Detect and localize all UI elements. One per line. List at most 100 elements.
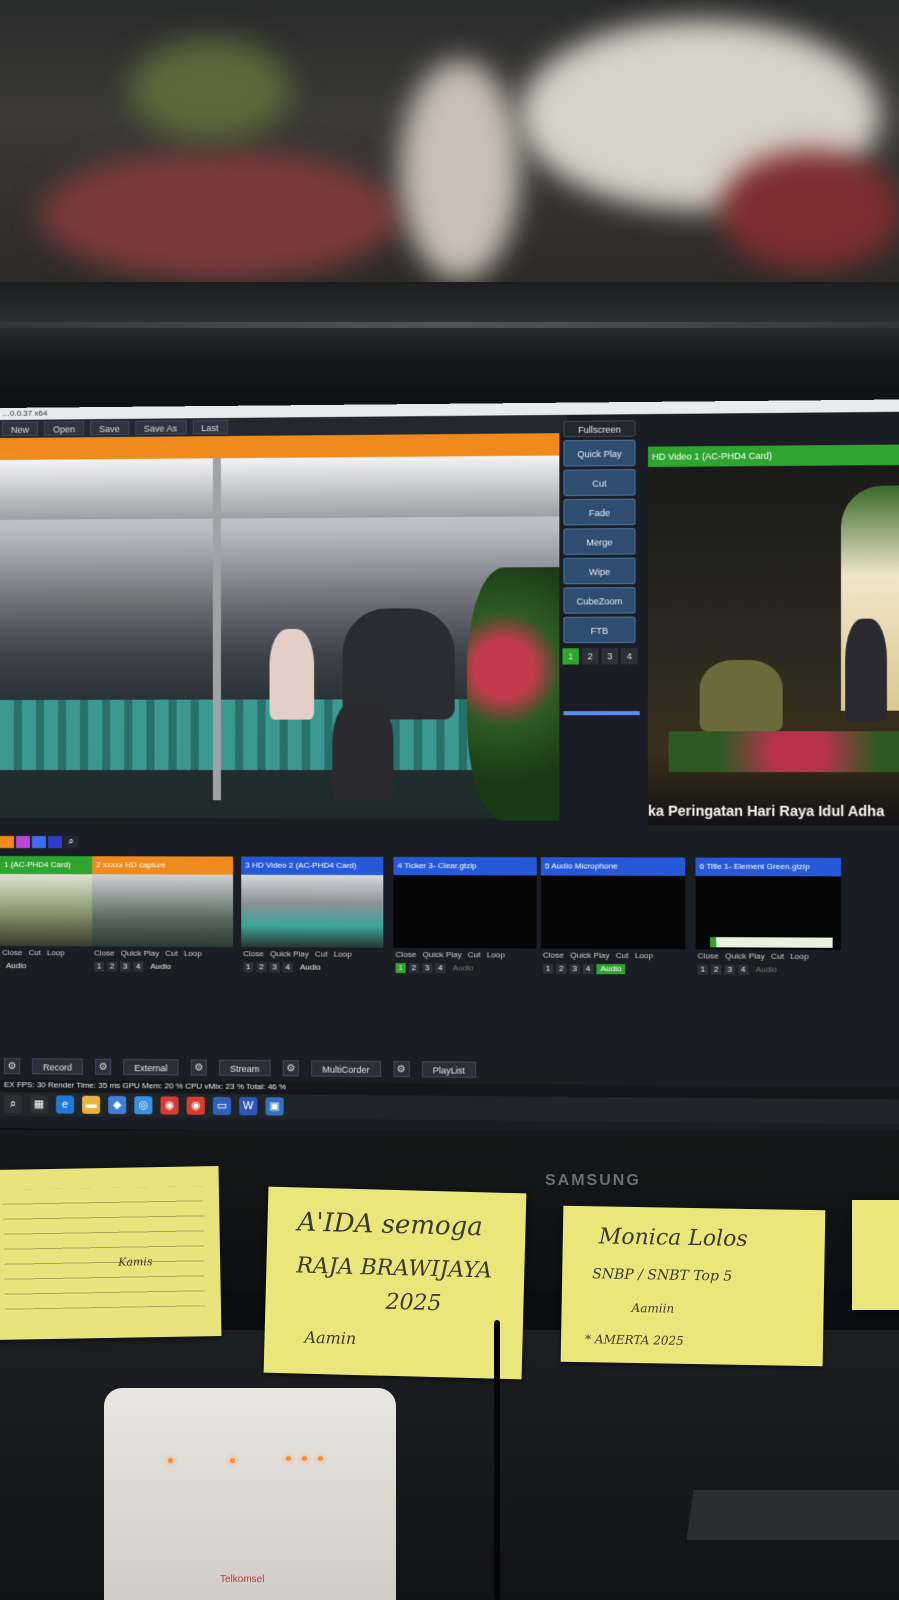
input-6[interactable]: 6 Title 1- Element Green.gtzip Close Quic… xyxy=(695,857,842,1012)
vmix-icon[interactable]: ▣ xyxy=(265,1097,284,1116)
cable xyxy=(494,1320,500,1600)
note3-line4: * AMERTA 2025 xyxy=(584,1332,684,1348)
transition-ftb[interactable]: FTB xyxy=(563,616,636,644)
router-led xyxy=(230,1458,235,1463)
router-led xyxy=(302,1456,307,1461)
transition-num-4[interactable]: 4 xyxy=(621,648,638,665)
input-overlay-numbers: 1 2 3 4 Audio xyxy=(393,961,536,976)
input-overlay-numbers: 1 2 3 4 Audio xyxy=(92,959,233,974)
input-4[interactable]: 4 Ticker 3- Clear.gtzip Close Quick Play C… xyxy=(393,856,537,1009)
person-foreground xyxy=(332,699,394,801)
person-hijab xyxy=(269,628,315,720)
gear-icon[interactable]: ⚙ xyxy=(95,1058,112,1075)
transition-cubezoom[interactable]: CubeZoom xyxy=(563,587,636,614)
input-thumbnail xyxy=(92,874,234,948)
search-icon[interactable]: ⌕ xyxy=(3,1095,22,1114)
input-overlay-numbers: 1 2 3 4 Audio xyxy=(696,962,841,977)
input-controls: Close Quick Play Cut Loop xyxy=(542,950,654,961)
transition-quick-play[interactable]: Quick Play xyxy=(563,439,636,467)
task-view-icon[interactable]: ▦ xyxy=(29,1095,48,1114)
tab-blue[interactable] xyxy=(31,836,46,849)
desk-device xyxy=(686,1490,899,1540)
gear-icon[interactable]: ⚙ xyxy=(393,1060,410,1078)
transition-wipe[interactable]: Wipe xyxy=(563,557,636,585)
input-3[interactable]: 3 HD Video 2 (AC-PHD4 Card) Close Quick P… xyxy=(241,856,384,1009)
note1-text: Kamis xyxy=(118,1255,153,1269)
tab-dark-blue[interactable] xyxy=(47,836,63,849)
window-icon[interactable]: ▭ xyxy=(212,1096,232,1116)
transition-num-3[interactable]: 3 xyxy=(601,648,619,665)
input-thumbnail xyxy=(695,875,842,950)
note3-line1: Monica Lolos xyxy=(598,1224,748,1252)
router-brand: Telkomsel xyxy=(220,1574,265,1585)
external-button[interactable]: External xyxy=(123,1058,179,1076)
menu-new[interactable]: New xyxy=(1,421,39,436)
lower-third-ticker: ka Peringatan Hari Raya Idul Adha xyxy=(647,802,885,820)
input-controls: Close Quick Play Cut Loop xyxy=(243,949,352,959)
transition-panel: Fullscreen Quick Play Cut Fade Merge Wip… xyxy=(559,420,643,745)
menu-save-as[interactable]: Save As xyxy=(134,420,187,435)
tab-orange[interactable] xyxy=(0,836,14,849)
transition-num-2[interactable]: 2 xyxy=(581,648,599,665)
sticky-note-edge xyxy=(852,1200,899,1310)
gear-icon[interactable]: ⚙ xyxy=(190,1059,207,1076)
input-title: 3 HD Video 2 (AC-PHD4 Card) xyxy=(241,856,384,876)
note2-line1: A'IDA semoga xyxy=(297,1207,484,1243)
person-blur xyxy=(400,60,520,280)
chrome-icon[interactable]: ◉ xyxy=(186,1096,205,1115)
browser-icon[interactable]: ◎ xyxy=(134,1096,153,1115)
note2-line3: 2025 xyxy=(385,1289,442,1317)
input-controls: Close Quick Play Cut Loop xyxy=(697,951,809,962)
input-color-tabs: ⌕ xyxy=(0,836,80,849)
flowers xyxy=(467,567,560,821)
t-bar-slider[interactable] xyxy=(563,711,640,716)
fullscreen-button[interactable]: Fullscreen xyxy=(563,420,636,438)
menu-last[interactable]: Last xyxy=(192,419,228,435)
word-icon[interactable]: W xyxy=(239,1097,258,1116)
input-5[interactable]: 5 Audio Microphone Close Quick Play Cut Loo… xyxy=(540,857,686,1010)
transition-fade[interactable]: Fade xyxy=(563,498,636,526)
multicorder-button[interactable]: MultiCorder xyxy=(311,1060,381,1078)
background-scene xyxy=(0,0,899,290)
sticky-note-aida: A'IDA semoga RAJA BRAWIJAYA 2025 Aamin xyxy=(263,1186,527,1380)
input-controls: Close Quick Play Cut Loop xyxy=(94,948,202,958)
folder-icon[interactable]: ▬ xyxy=(82,1095,101,1114)
sticky-note-monica: Monica Lolos SNBP / SNBT Top 5 Aamiin * … xyxy=(560,1205,826,1367)
search-icon[interactable]: ⌕ xyxy=(64,836,79,849)
input-2[interactable]: 2 xxxxx HD capture Close Quick Play Cut Loo… xyxy=(92,856,234,1007)
preview-video xyxy=(0,455,560,821)
stage-flowers xyxy=(668,731,899,773)
stage-decor-blur xyxy=(130,40,290,140)
transition-merge[interactable]: Merge xyxy=(563,528,636,555)
chrome-icon[interactable]: ◉ xyxy=(160,1096,179,1115)
stage-sofa xyxy=(699,659,783,732)
output-title: HD Video 1 (AC-PHD4 Card) xyxy=(647,444,899,467)
router-led xyxy=(168,1458,173,1463)
inputs-row: 1 (AC-PHD4 Card) Close Cut Loop Audio 2 xx… xyxy=(0,856,899,1022)
router-led xyxy=(318,1456,323,1461)
menu-save[interactable]: Save xyxy=(90,420,129,436)
input-title: 6 Title 1- Element Green.gtzip xyxy=(695,857,842,877)
note3-line3: Aamiin xyxy=(631,1300,675,1316)
input-thumbnail xyxy=(241,874,384,948)
menu-open[interactable]: Open xyxy=(44,421,85,436)
transition-num-1[interactable]: 1 xyxy=(562,648,579,665)
note3-line2: SNBP / SNBT Top 5 xyxy=(592,1266,733,1285)
record-button[interactable]: Record xyxy=(31,1058,84,1075)
input-thumbnail xyxy=(393,875,537,949)
handwritten-lines xyxy=(2,1186,205,1310)
stream-button[interactable]: Stream xyxy=(218,1059,271,1077)
gear-icon[interactable]: ⚙ xyxy=(282,1060,299,1077)
input-overlay-numbers: 1 2 3 4 Audio xyxy=(541,962,685,977)
input-title: 5 Audio Microphone xyxy=(540,857,686,876)
playlist-button[interactable]: PlayList xyxy=(421,1061,477,1078)
speaker-photo xyxy=(845,618,887,721)
gear-icon[interactable]: ⚙ xyxy=(3,1058,20,1075)
output-panel: HD Video 1 (AC-PHD4 Card) ka Peringatan … xyxy=(647,444,899,826)
transition-cut[interactable]: Cut xyxy=(563,469,636,497)
input-title: 4 Ticker 3- Clear.gtzip xyxy=(393,856,537,876)
input-title: 2 xxxxx HD capture xyxy=(92,856,234,875)
edge-icon[interactable]: e xyxy=(56,1095,75,1114)
tab-purple[interactable] xyxy=(15,836,30,849)
app-icon[interactable]: ◆ xyxy=(108,1095,127,1115)
